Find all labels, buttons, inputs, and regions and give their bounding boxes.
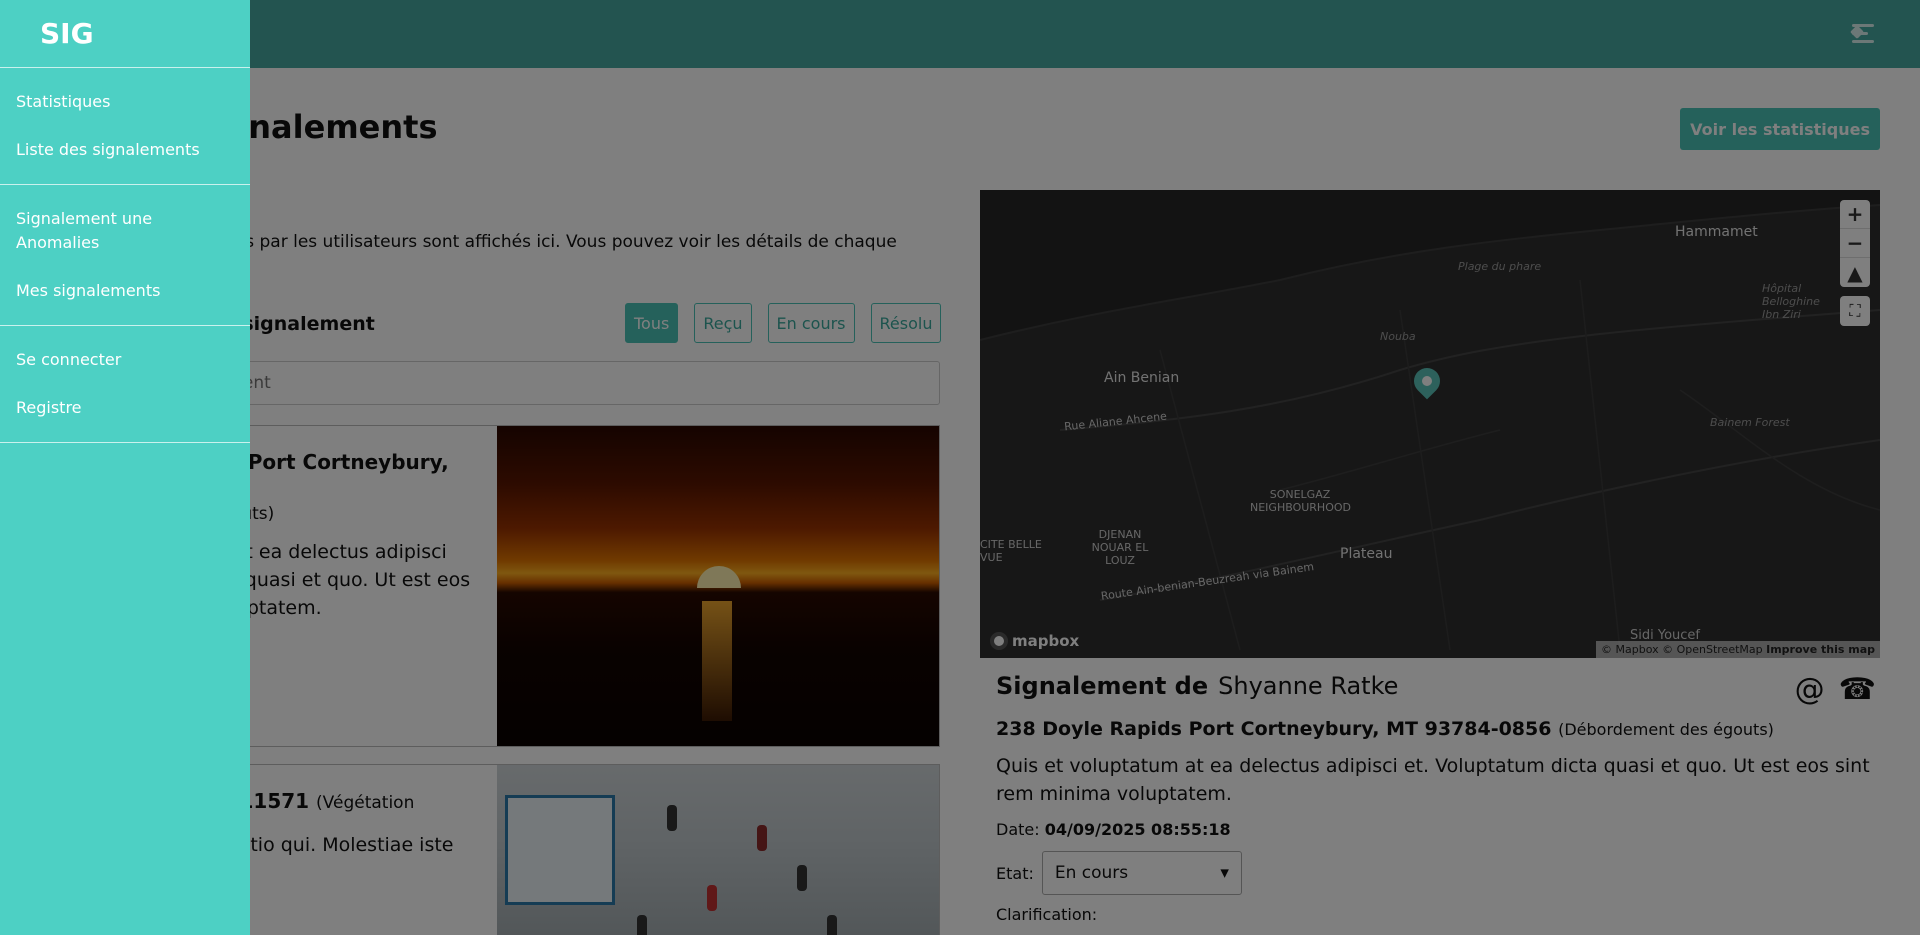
backdrop-overlay[interactable] bbox=[0, 0, 1920, 935]
sidebar-item-liste-signalements[interactable]: Liste des signalements bbox=[0, 126, 250, 174]
sidebar-group: Signalement une Anomalies Mes signalemen… bbox=[0, 185, 250, 326]
sidebar-item-statistiques[interactable]: Statistiques bbox=[0, 78, 250, 126]
sidebar: SIG Statistiques Liste des signalements … bbox=[0, 0, 250, 935]
sidebar-item-registre[interactable]: Registre bbox=[0, 384, 250, 432]
sidebar-item-signalement-anomalies[interactable]: Signalement une Anomalies bbox=[0, 195, 250, 267]
sidebar-item-se-connecter[interactable]: Se connecter bbox=[0, 336, 250, 384]
sidebar-group: Se connecter Registre bbox=[0, 326, 250, 443]
sidebar-item-mes-signalements[interactable]: Mes signalements bbox=[0, 267, 250, 315]
sidebar-group: Statistiques Liste des signalements bbox=[0, 68, 250, 185]
brand-logo[interactable]: SIG bbox=[0, 0, 250, 68]
